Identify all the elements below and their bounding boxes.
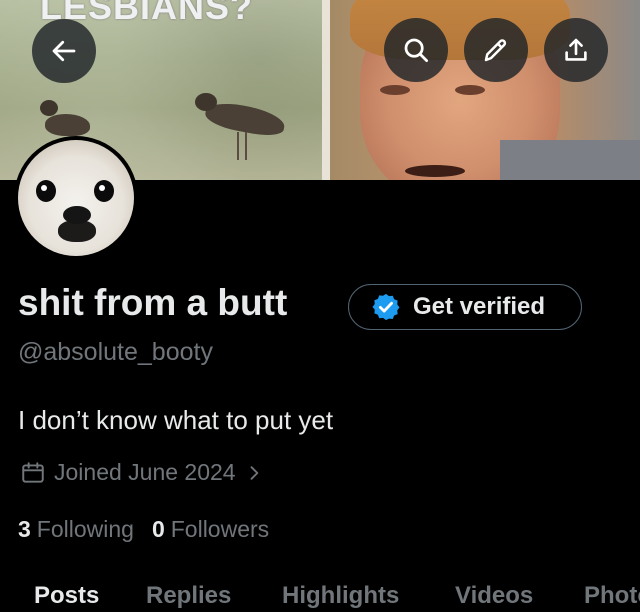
followers-link[interactable]: 0 Followers <box>152 516 269 543</box>
profile-avatar[interactable] <box>14 136 138 260</box>
tab-replies[interactable]: Replies <box>146 582 231 610</box>
get-verified-label: Get verified <box>413 293 546 320</box>
man-hair <box>350 0 570 60</box>
man-collar <box>500 140 640 180</box>
search-button[interactable] <box>384 18 448 82</box>
followers-label: Followers <box>170 516 270 542</box>
man-eye <box>455 85 485 95</box>
tab-photos[interactable]: Photos <box>584 582 640 610</box>
joined-date-row[interactable]: Joined June 2024 <box>20 459 272 486</box>
search-icon <box>404 38 428 62</box>
following-count: 3 <box>18 516 31 542</box>
man-eye <box>380 85 410 95</box>
edit-button[interactable] <box>464 18 528 82</box>
verified-badge-icon <box>372 293 400 321</box>
arrow-left-icon <box>52 40 76 62</box>
share-button[interactable] <box>544 18 608 82</box>
pencil-icon <box>484 39 507 62</box>
followers-count: 0 <box>151 516 165 542</box>
calendar-icon <box>22 461 44 483</box>
following-label: Following <box>36 516 134 542</box>
back-button[interactable] <box>32 19 96 83</box>
chevron-right-icon <box>250 465 258 480</box>
profile-bio: I don’t know what to put yet <box>18 405 334 435</box>
seal-photo <box>18 140 134 256</box>
follow-stats: 3 Following 0 Followers <box>18 516 287 543</box>
tab-highlights[interactable]: Highlights <box>282 582 399 610</box>
tab-posts[interactable]: Posts <box>34 582 99 610</box>
get-verified-button[interactable]: Get verified <box>348 284 582 330</box>
seal-nose <box>63 206 91 224</box>
seal-eye <box>94 180 114 202</box>
share-icon <box>565 38 587 61</box>
display-name: shit from a butt <box>18 282 288 323</box>
following-link[interactable]: 3 Following <box>18 516 134 543</box>
profile-tabs: Posts Replies Highlights Videos Photos <box>0 582 640 612</box>
man-mouth <box>405 165 465 177</box>
banner-divider <box>322 0 330 180</box>
joined-date: Joined June 2024 <box>54 459 236 485</box>
tab-videos[interactable]: Videos <box>455 582 533 610</box>
user-handle: @absolute_booty <box>18 338 213 366</box>
seal-eye <box>36 180 56 202</box>
